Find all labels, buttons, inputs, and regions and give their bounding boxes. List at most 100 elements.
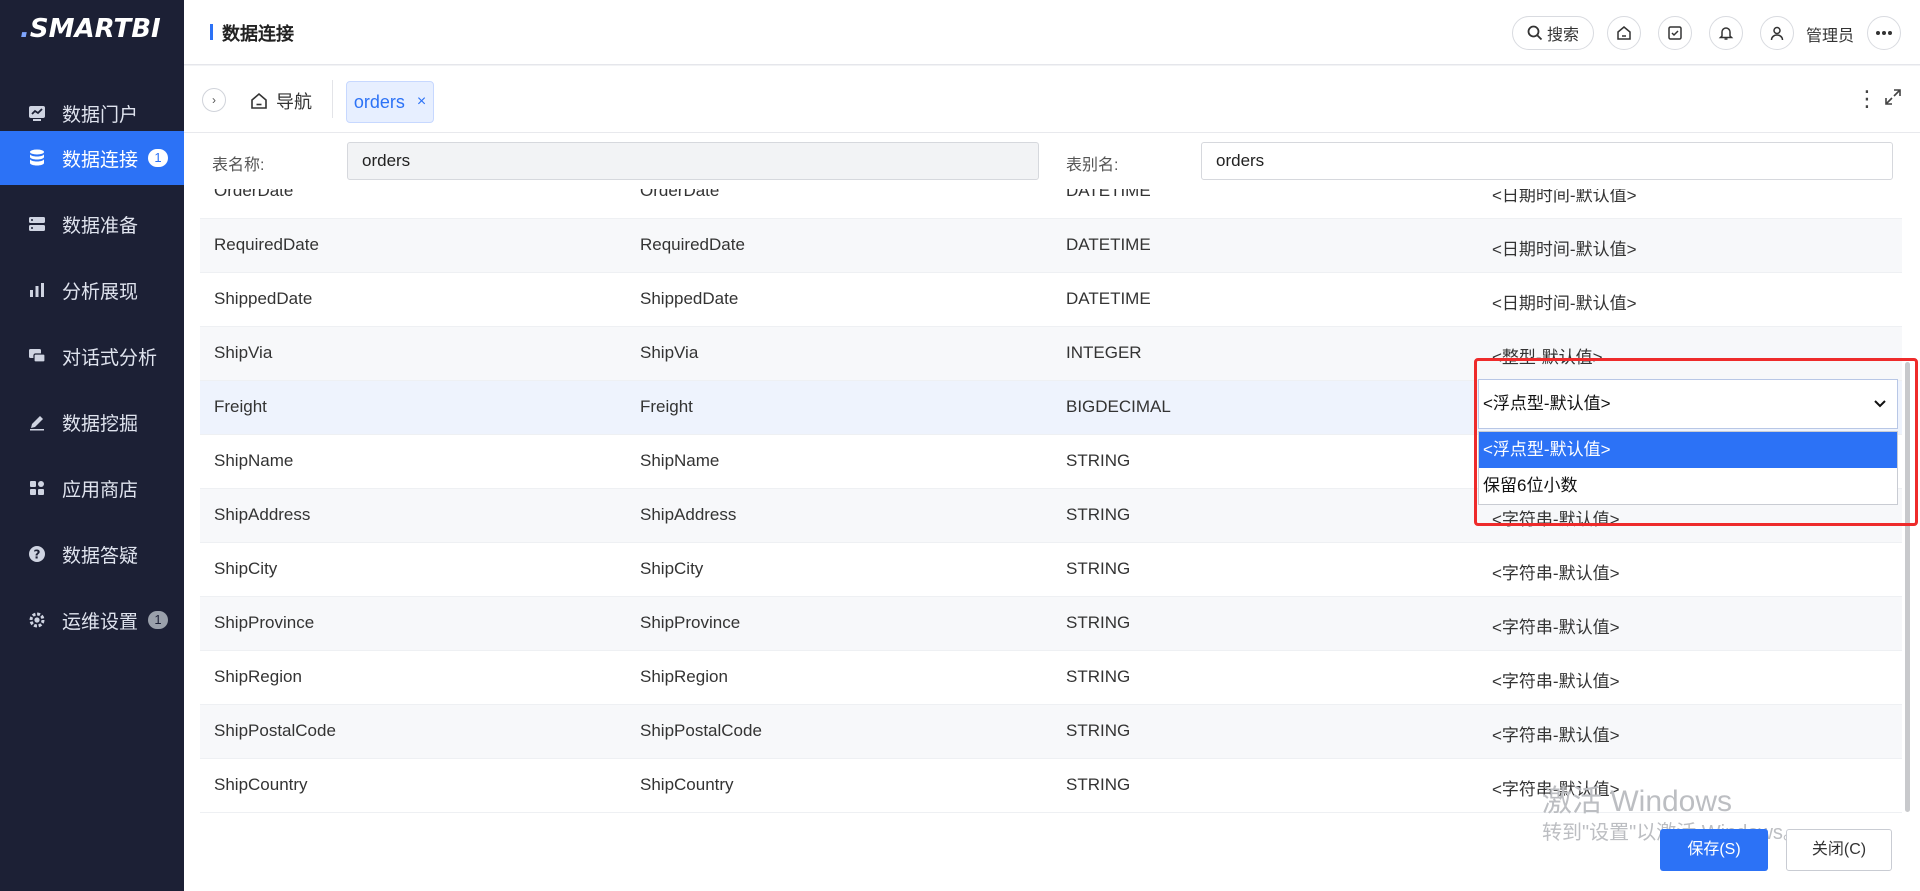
field-format[interactable]: <日期时间-默认值>	[1492, 235, 1637, 260]
home-icon	[250, 92, 268, 110]
field-name: ShipPostalCode	[214, 721, 336, 740]
table-row[interactable]: ShipCity ShipCity STRING <字符串-默认值>	[200, 543, 1902, 597]
sidebar-item-label: 应用商店	[62, 479, 139, 501]
field-alias: ShipPostalCode	[640, 721, 762, 740]
sidebar-item-data-mining[interactable]: 数据挖掘	[0, 395, 184, 449]
sidebar-item-label: 数据答疑	[62, 545, 139, 567]
field-type: DATETIME	[1066, 235, 1151, 254]
table-row[interactable]: OrderDate OrderDate DATETIME <日期时间-默认值>	[200, 189, 1902, 219]
avatar[interactable]	[1760, 16, 1794, 50]
apps-icon	[26, 477, 48, 499]
table-alias-label: 表别名:	[1066, 157, 1119, 174]
pen-icon	[26, 411, 48, 433]
table-row[interactable]: ShipProvince ShipProvince STRING <字符串-默认…	[200, 597, 1902, 651]
tab-navigation[interactable]: 导航	[250, 88, 312, 114]
field-format[interactable]: <日期时间-默认值>	[1492, 289, 1637, 314]
field-type: STRING	[1066, 505, 1131, 524]
field-name: ShipName	[214, 451, 294, 470]
bar-chart-icon	[26, 279, 48, 301]
user-icon	[1769, 25, 1785, 41]
svg-text:?: ?	[34, 548, 41, 562]
field-name: ShipRegion	[214, 667, 302, 686]
field-alias: ShipVia	[640, 343, 699, 362]
gear-icon	[26, 609, 48, 631]
field-alias: ShipName	[640, 451, 720, 470]
field-format[interactable]: <字符串-默认值>	[1492, 721, 1620, 746]
field-type: DATETIME	[1066, 289, 1151, 308]
database-icon	[26, 147, 48, 169]
table-row[interactable]: RequiredDate RequiredDate DATETIME <日期时间…	[200, 219, 1902, 273]
more-horizontal-icon	[1875, 30, 1893, 36]
sidebar-item-data-qa[interactable]: ? 数据答疑	[0, 527, 184, 581]
table-name-label: 表名称:	[212, 157, 265, 174]
sidebar-item-label: 数据连接	[62, 149, 139, 171]
field-alias: ShippedDate	[640, 289, 739, 308]
field-alias: ShipRegion	[640, 667, 728, 686]
sidebar-item-label: 对话式分析	[62, 347, 158, 369]
field-name: ShipAddress	[214, 505, 311, 524]
highlight-annotation-box	[1474, 358, 1918, 526]
activation-watermark-title: 激活 Windows	[1542, 785, 1733, 818]
field-type: STRING	[1066, 451, 1131, 470]
field-alias: ShipCountry	[640, 775, 734, 794]
sidebar-item-label: 数据准备	[62, 215, 139, 237]
top-bar: 数据连接 搜索 管理员	[184, 0, 1920, 65]
close-button[interactable]: 关闭(C)	[1786, 829, 1892, 871]
field-name: ShipCountry	[214, 775, 308, 794]
table-row[interactable]: ShippedDate ShippedDate DATETIME <日期时间-默…	[200, 273, 1902, 327]
field-alias: ShipCity	[640, 559, 704, 578]
tab-label: 导航	[276, 92, 312, 112]
sidebar-item-label: 数据挖掘	[62, 413, 139, 435]
close-icon[interactable]: ×	[417, 93, 426, 111]
search-button[interactable]: 搜索	[1512, 16, 1594, 50]
tab-orders[interactable]: orders ×	[346, 81, 434, 123]
home-button[interactable]	[1607, 16, 1641, 50]
field-name: RequiredDate	[214, 235, 319, 254]
field-type: STRING	[1066, 613, 1131, 632]
field-format[interactable]: <字符串-默认值>	[1492, 559, 1620, 584]
tasks-button[interactable]	[1658, 16, 1692, 50]
field-format[interactable]: <日期时间-默认值>	[1492, 189, 1637, 206]
more-menu-button[interactable]	[1867, 16, 1901, 50]
fullscreen-icon[interactable]	[1884, 88, 1902, 111]
field-type: STRING	[1066, 721, 1131, 740]
field-type: STRING	[1066, 559, 1131, 578]
more-vertical-icon[interactable]: ⋮	[1856, 86, 1878, 112]
sidebar-item-app-store[interactable]: 应用商店	[0, 461, 184, 515]
field-format[interactable]: <字符串-默认值>	[1492, 613, 1620, 638]
expand-sidebar-button[interactable]: ›	[202, 88, 226, 112]
bell-icon	[1718, 25, 1734, 41]
sidebar-item-conversational-analysis[interactable]: 对话式分析	[0, 329, 184, 383]
table-alias-field[interactable]: orders	[1201, 142, 1893, 180]
sidebar-item-label: 数据门户	[62, 104, 139, 126]
sidebar-item-data-connection[interactable]: 数据连接 1	[0, 131, 184, 185]
field-type: INTEGER	[1066, 343, 1142, 362]
field-alias: OrderDate	[640, 189, 720, 200]
notifications-button[interactable]	[1709, 16, 1743, 50]
help-icon: ?	[26, 543, 48, 565]
field-format[interactable]: <字符串-默认值>	[1492, 667, 1620, 692]
tab-label: orders	[353, 91, 405, 112]
field-name: Freight	[214, 397, 267, 416]
field-name: ShipProvince	[214, 613, 315, 632]
notification-badge: 1	[148, 149, 169, 167]
table-row[interactable]: ShipPostalCode ShipPostalCode STRING <字符…	[200, 705, 1902, 759]
field-name: OrderDate	[214, 189, 294, 200]
table-row[interactable]: ShipRegion ShipRegion STRING <字符串-默认值>	[200, 651, 1902, 705]
user-name[interactable]: 管理员	[1806, 22, 1854, 46]
table-name-field[interactable]: orders	[347, 142, 1039, 180]
chat-icon	[26, 345, 48, 367]
app-logo[interactable]: .SMARTBI	[20, 14, 161, 48]
sidebar-item-analysis[interactable]: 分析展现	[0, 263, 184, 317]
sidebar-item-data-preparation[interactable]: 数据准备	[0, 197, 184, 251]
sidebar-item-ops-settings[interactable]: 运维设置 1	[0, 593, 184, 647]
field-name: ShipCity	[214, 559, 278, 578]
save-button[interactable]: 保存(S)	[1660, 829, 1768, 871]
chevron-right-icon: ›	[212, 93, 216, 107]
notification-badge: 1	[148, 611, 169, 629]
chart-board-icon	[26, 102, 48, 124]
tab-bar: › 导航 orders × ⋮	[184, 66, 1920, 133]
field-name: ShippedDate	[214, 289, 313, 308]
sidebar-item-label: 运维设置	[62, 611, 139, 633]
field-alias: ShipProvince	[640, 613, 741, 632]
